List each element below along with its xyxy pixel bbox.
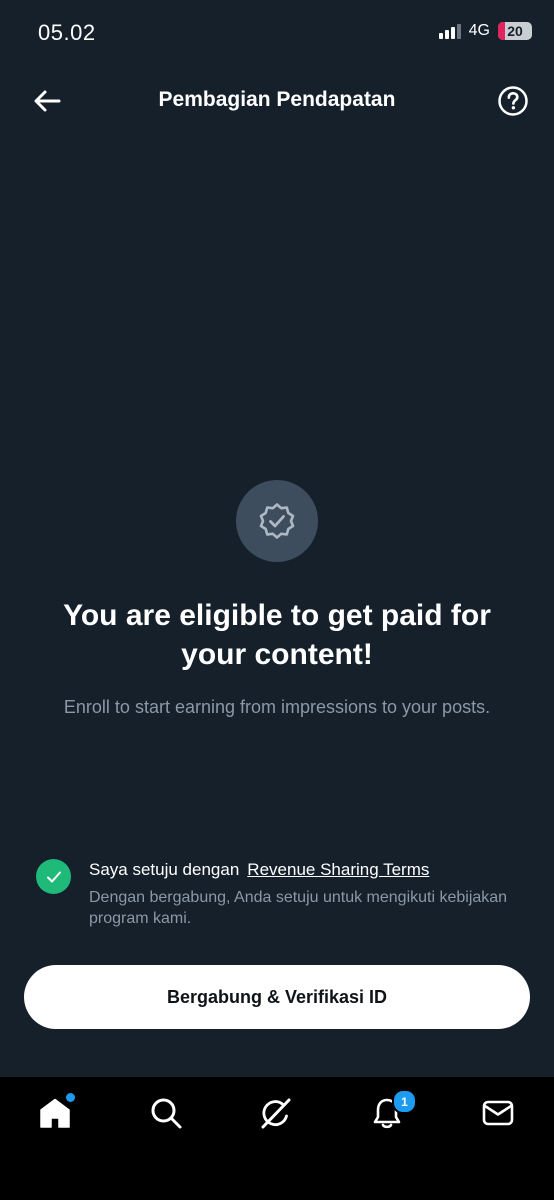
agreement-text: Saya setuju dengan Revenue Sharing Terms …: [89, 858, 509, 929]
status-time: 05.02: [38, 20, 96, 45]
battery-level: 20: [507, 23, 523, 39]
revenue-sharing-terms-link[interactable]: Revenue Sharing Terms: [247, 860, 429, 879]
signal-strength-icon: [438, 23, 461, 39]
status-bar: 05.02 4G 20: [0, 0, 554, 68]
checkmark-icon: [46, 871, 61, 882]
top-app-bar: Pembagian Pendapatan: [0, 72, 554, 130]
notification-count-badge: 1: [392, 1089, 417, 1114]
nav-messages[interactable]: [478, 1093, 518, 1133]
screen: 05.02 4G 20 Pembagian Pendapatan You are…: [0, 0, 554, 1200]
agreement-description: Dengan bergabung, Anda setuju untuk meng…: [89, 889, 508, 927]
verified-badge-icon: [259, 503, 295, 539]
nav-notifications[interactable]: 1: [367, 1089, 417, 1133]
mail-icon: [482, 1100, 514, 1126]
bottom-navigation: 1: [0, 1077, 554, 1200]
page-title: Pembagian Pendapatan: [158, 88, 396, 111]
agreement-line: Saya setuju dengan Revenue Sharing Terms: [89, 858, 509, 882]
grok-icon: [261, 1098, 291, 1129]
nav-grok[interactable]: [256, 1093, 296, 1133]
home-notification-dot: [66, 1093, 75, 1102]
agreement-label: Saya setuju dengan: [89, 860, 240, 879]
battery-icon: 20: [498, 22, 532, 40]
search-icon: [151, 1098, 182, 1129]
join-and-verify-button[interactable]: Bergabung & Verifikasi ID: [24, 965, 530, 1029]
help-button[interactable]: [496, 84, 530, 118]
eligibility-title: You are eligible to get paid for your co…: [63, 599, 491, 671]
eligibility-subtitle: Enroll to start earning from impressions…: [63, 697, 491, 717]
badge-circle: [236, 480, 318, 562]
agree-checkbox[interactable]: [36, 859, 71, 894]
nav-search[interactable]: [146, 1093, 186, 1133]
nav-home[interactable]: [35, 1093, 75, 1133]
status-indicators: 4G 20: [438, 22, 532, 40]
battery-fill: [498, 22, 505, 40]
network-type: 4G: [468, 22, 490, 39]
question-circle-icon: [498, 86, 528, 116]
